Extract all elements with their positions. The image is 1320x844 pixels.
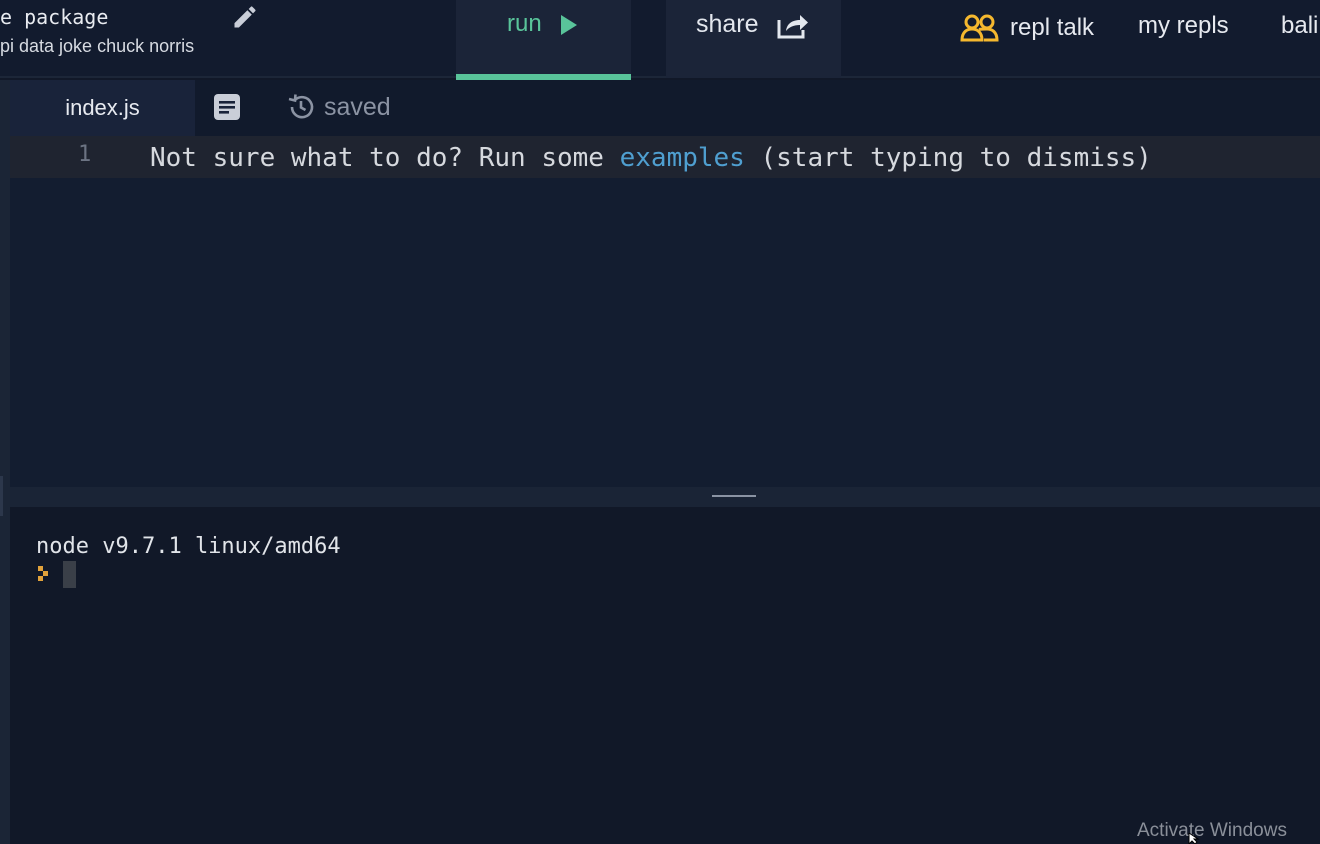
console-version-line: node v9.7.1 linux/amd64: [36, 534, 341, 559]
save-status: saved: [286, 92, 391, 122]
nav-my-repls[interactable]: my repls: [1138, 12, 1229, 40]
windows-activation-watermark: Activate Windows: [1137, 820, 1287, 841]
tab-index-js[interactable]: index.js: [10, 80, 195, 136]
repl-description[interactable]: pi data joke chuck norris: [0, 36, 194, 57]
mouse-cursor-icon: [1188, 833, 1200, 844]
editor-hint: Not sure what to do? Run some examples (…: [150, 143, 1152, 173]
save-status-label: saved: [324, 92, 391, 121]
play-icon: [561, 15, 577, 35]
share-button[interactable]: share: [666, 0, 841, 78]
nav-user[interactable]: bali: [1281, 12, 1318, 40]
tab-filename: index.js: [65, 95, 140, 120]
hint-text-before: Not sure what to do? Run some: [150, 143, 620, 173]
run-button[interactable]: run: [456, 0, 631, 80]
console-pane[interactable]: node v9.7.1 linux/amd64: [10, 507, 1320, 844]
prompt-arrow-icon: [38, 566, 48, 581]
examples-link[interactable]: examples: [620, 143, 745, 173]
pane-splitter[interactable]: [10, 487, 1320, 507]
top-bar: e package pi data joke chuck norris run …: [0, 0, 1320, 80]
history-icon: [288, 94, 314, 119]
document-icon[interactable]: [213, 93, 241, 121]
nav-repl-talk-label: repl talk: [1010, 14, 1095, 41]
code-line-1[interactable]: 1 Not sure what to do? Run some examples…: [10, 136, 1320, 178]
sidebar-resize-handle[interactable]: [0, 476, 3, 516]
run-label: run: [507, 10, 542, 37]
nav-repl-talk[interactable]: repl talk: [960, 10, 1094, 46]
hint-text-after: (start typing to dismiss): [744, 143, 1152, 173]
share-label: share: [696, 10, 759, 38]
repl-title[interactable]: e package: [0, 5, 108, 29]
left-sidebar-edge: [0, 80, 10, 844]
splitter-grip[interactable]: [712, 495, 756, 497]
editor-pane[interactable]: index.js saved 1 Not sure what to do? Ru…: [10, 80, 1320, 487]
share-icon: [777, 15, 808, 39]
users-icon: [960, 14, 999, 42]
console-cursor: [63, 561, 76, 588]
editor-tab-bar: index.js saved: [10, 80, 1320, 136]
repl-app: e package pi data joke chuck norris run …: [0, 0, 1320, 844]
pencil-icon[interactable]: [231, 3, 259, 31]
line-number: 1: [78, 142, 92, 167]
